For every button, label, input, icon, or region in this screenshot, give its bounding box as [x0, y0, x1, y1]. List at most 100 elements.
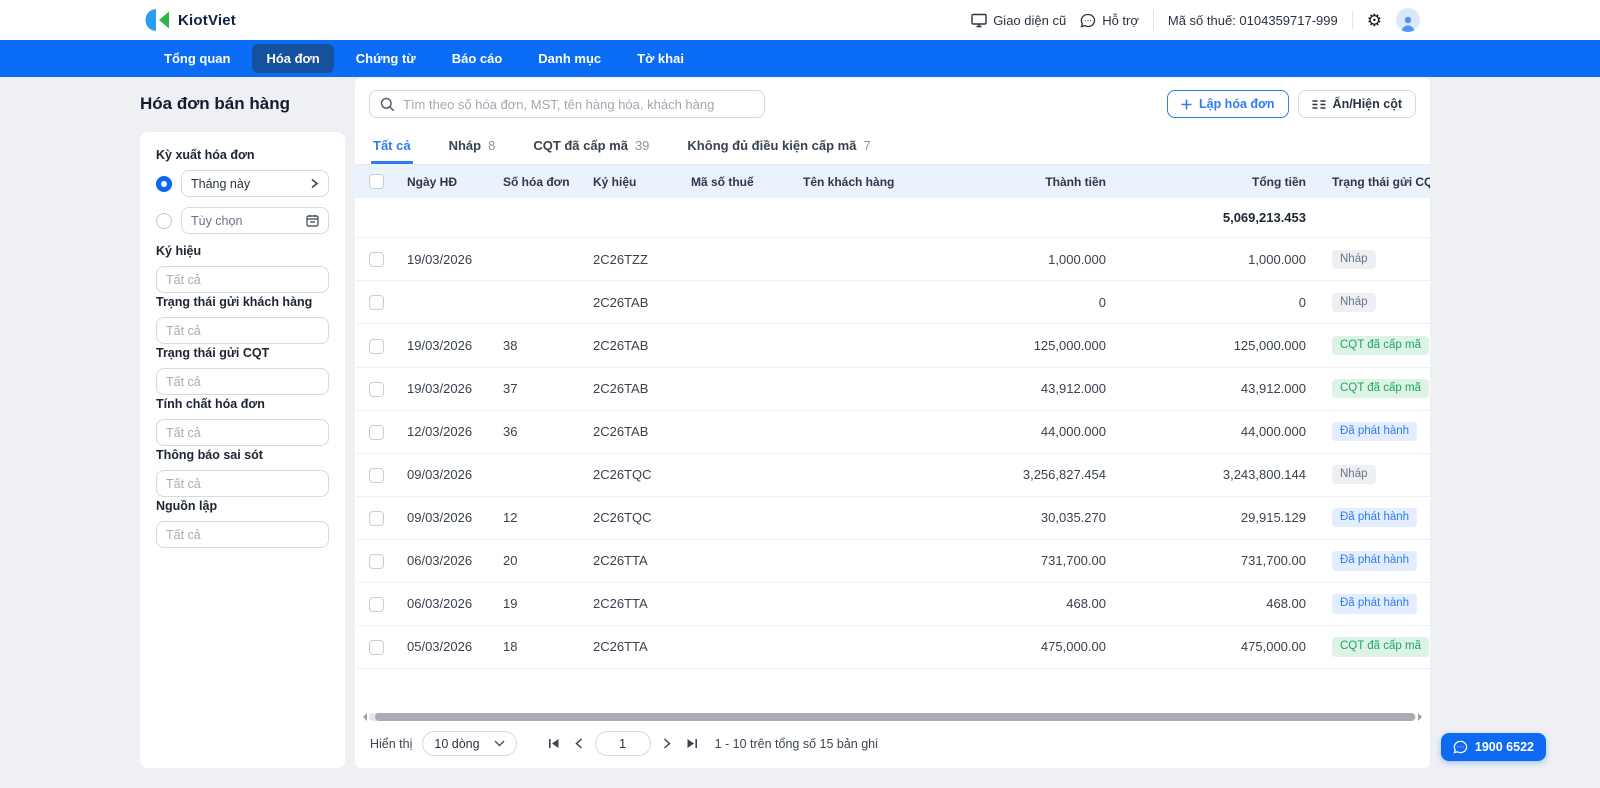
cell-customer [791, 323, 911, 368]
row-checkbox[interactable] [369, 639, 384, 655]
horizontal-scrollbar[interactable] [355, 711, 1430, 723]
filter-label: Tính chất hóa đơn [156, 397, 265, 411]
plus-icon [1181, 99, 1192, 109]
search-box[interactable] [369, 90, 765, 118]
scroll-left-arrow-icon[interactable] [359, 713, 367, 721]
tax-code-label: Mã số thuế: 0104359717-999 [1167, 12, 1338, 28]
cell-total: 468.00 [1118, 582, 1318, 626]
filter-select[interactable] [156, 266, 329, 293]
chevron-down-icon [494, 740, 505, 747]
divider [1351, 10, 1353, 30]
radio-custom-period[interactable] [156, 212, 172, 229]
cell-tax-code [679, 496, 791, 540]
status-badge: Đã phát hành [1332, 551, 1418, 571]
nav-item[interactable]: Danh mục [524, 44, 615, 73]
radio-this-month[interactable] [156, 175, 172, 192]
filter-select[interactable] [156, 317, 329, 344]
row-checkbox[interactable] [369, 596, 384, 612]
cell-date: 05/03/2026 [395, 625, 491, 669]
invoice-row[interactable]: 2C26TAB 0 0 Nháp [355, 280, 1430, 325]
first-page-icon[interactable] [545, 738, 563, 749]
next-page-icon[interactable] [660, 738, 674, 749]
cell-tax-code [679, 453, 791, 497]
cell-date: 12/03/2026 [395, 410, 491, 454]
row-checkbox[interactable] [369, 252, 384, 268]
filter-select[interactable] [156, 368, 329, 395]
filter-select[interactable] [156, 470, 329, 497]
status-tab[interactable]: Nháp 8 [447, 129, 498, 164]
cell-amount: 3,256,827.454 [911, 453, 1118, 497]
nav-item[interactable]: Tờ khai [623, 44, 698, 73]
invoice-row[interactable]: 06/03/2026 19 2C26TTA 468.00 468.00 Đã p… [355, 582, 1430, 626]
row-checkbox[interactable] [369, 553, 384, 569]
create-invoice-button[interactable]: Lập hóa đơn [1166, 90, 1289, 118]
nav-item[interactable]: Báo cáo [438, 44, 517, 73]
invoice-row[interactable]: 12/03/2026 36 2C26TAB 44,000.000 44,000.… [355, 410, 1430, 454]
nav-item[interactable]: Tổng quan [150, 44, 244, 73]
cell-amount: 475,000.00 [911, 625, 1118, 669]
cell-symbol: 2C26TZZ [581, 237, 679, 282]
invoice-row[interactable]: 09/03/2026 2C26TQC 3,256,827.454 3,243,8… [355, 453, 1430, 497]
cell-symbol: 2C26TAB [581, 367, 679, 411]
cell-date: 06/03/2026 [395, 582, 491, 626]
top-header: KiotViet Giao diện cũ Hỗ trợ Mã số thuế:… [0, 0, 1600, 40]
avatar[interactable] [1396, 8, 1420, 32]
row-checkbox[interactable] [369, 381, 384, 397]
scroll-right-arrow-icon[interactable] [1418, 713, 1426, 721]
old-interface-link[interactable]: Giao diện cũ [971, 13, 1066, 28]
row-checkbox[interactable] [369, 424, 384, 440]
prev-page-icon[interactable] [572, 738, 586, 749]
filter-select[interactable] [156, 521, 329, 548]
invoice-row[interactable]: 19/03/2026 37 2C26TAB 43,912.000 43,912.… [355, 367, 1430, 411]
invoice-row[interactable]: 19/03/2026 2C26TZZ 1,000.000 1,000.000 N… [355, 237, 1430, 282]
cell-amount: 0 [911, 280, 1118, 325]
nav-item[interactable]: Hóa đơn [252, 44, 334, 73]
page-size-label: Hiển thị [370, 736, 413, 751]
cell-symbol: 2C26TAB [581, 280, 679, 325]
invoice-row[interactable]: 09/03/2026 12 2C26TQC 30,035.270 29,915.… [355, 496, 1430, 540]
page-title: Hóa đơn bán hàng [140, 94, 290, 113]
cell-tax-code [679, 323, 791, 368]
cell-tax-code [679, 539, 791, 583]
page-size-select[interactable]: 10 dòng [422, 731, 517, 756]
status-tab[interactable]: Không đủ điều kiện cấp mã 7 [685, 129, 872, 164]
scrollbar-thumb[interactable] [375, 713, 1415, 721]
support-link[interactable]: Hỗ trợ [1080, 13, 1139, 28]
cell-tax-code [679, 582, 791, 626]
period-month-selector[interactable]: Tháng này [181, 170, 329, 197]
status-badge: CQT đã cấp mã [1332, 378, 1429, 399]
filter-select[interactable] [156, 419, 329, 446]
filter-sidebar: Hóa đơn bán hàng Kỳ xuất hóa đơn Tháng n… [140, 77, 345, 788]
cell-amount: 125,000.000 [911, 323, 1118, 368]
cell-customer [791, 453, 911, 497]
cell-amount: 1,000.000 [911, 237, 1118, 282]
page-number-input[interactable] [594, 731, 651, 756]
row-checkbox[interactable] [369, 510, 384, 526]
cell-amount: 468.00 [911, 582, 1118, 626]
nav-item[interactable]: Chứng từ [342, 44, 430, 73]
last-page-icon[interactable] [683, 738, 701, 749]
period-custom-selector[interactable]: Tùy chọn [181, 207, 329, 234]
row-checkbox[interactable] [369, 467, 384, 483]
cell-tax-code [679, 237, 791, 282]
cell-total: 731,700.00 [1118, 539, 1318, 583]
invoice-row[interactable]: 05/03/2026 18 2C26TTA 475,000.00 475,000… [355, 625, 1430, 669]
hotline-button[interactable]: 1900 6522 [1440, 733, 1546, 761]
cell-total: 3,243,800.144 [1118, 453, 1318, 497]
cell-amount: 44,000.000 [911, 410, 1118, 454]
invoice-row[interactable]: 06/03/2026 20 2C26TTA 731,700.00 731,700… [355, 539, 1430, 583]
toggle-columns-button[interactable]: Ẩn/Hiện cột [1297, 90, 1416, 118]
row-checkbox[interactable] [369, 295, 384, 311]
select-all-checkbox[interactable] [369, 174, 384, 190]
status-tab[interactable]: CQT đã cấp mã 39 [531, 129, 651, 164]
status-tab[interactable]: Tất cả [371, 129, 413, 164]
cell-number: 20 [491, 539, 581, 583]
search-input[interactable] [403, 96, 754, 112]
cell-number: 12 [491, 496, 581, 540]
gear-icon[interactable]: ⚙︎ [1367, 12, 1382, 29]
columns-icon [1312, 99, 1326, 109]
invoice-row[interactable]: 19/03/2026 38 2C26TAB 125,000.000 125,00… [355, 323, 1430, 368]
cell-number: 36 [491, 410, 581, 454]
status-badge: Đã phát hành [1332, 507, 1418, 528]
row-checkbox[interactable] [369, 338, 384, 354]
